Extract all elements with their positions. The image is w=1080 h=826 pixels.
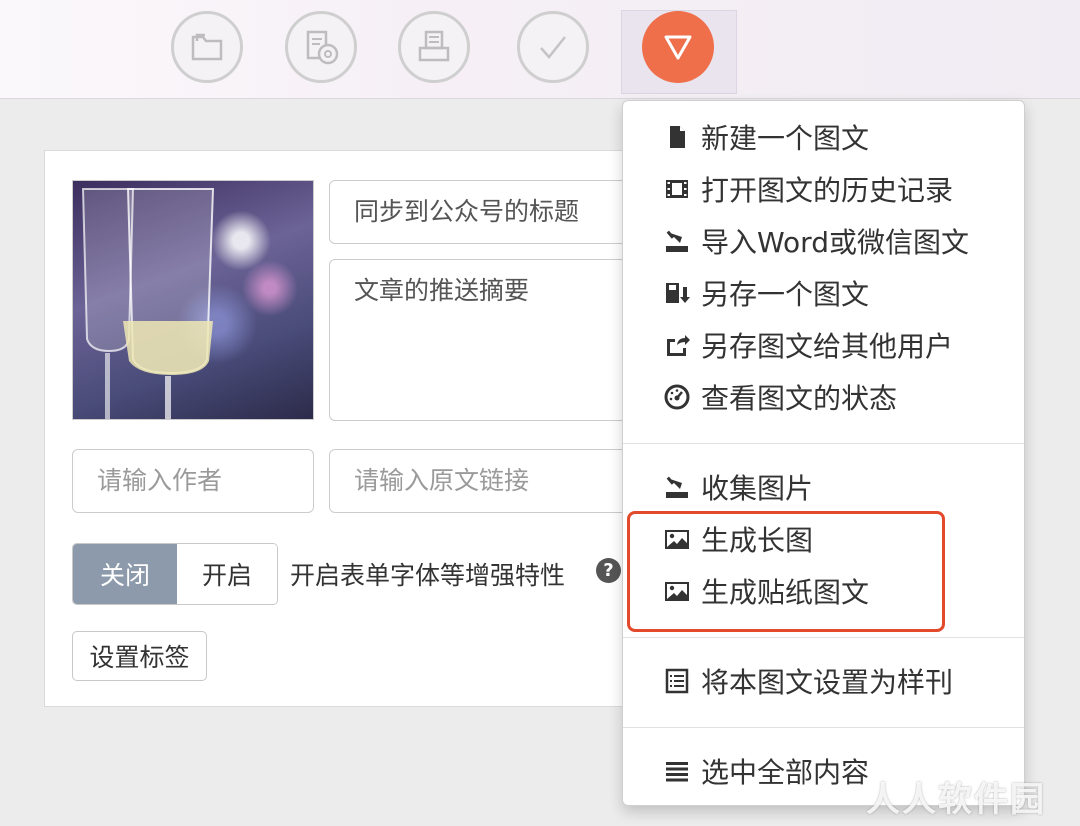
menu-item-label: 另存图文给其他用户 bbox=[701, 330, 954, 363]
triangle-down-icon bbox=[664, 35, 692, 60]
toggle-off-button[interactable]: 关闭 bbox=[73, 544, 177, 604]
champagne-glasses-image bbox=[81, 188, 215, 419]
menu-item-new-article[interactable]: 新建一个图文 bbox=[661, 115, 869, 159]
top-toolbar bbox=[0, 0, 1080, 99]
printer-icon bbox=[418, 30, 450, 62]
folder-icon bbox=[191, 33, 223, 61]
more-menu-button[interactable] bbox=[642, 11, 714, 83]
summary-textarea[interactable]: 文章的推送摘要 bbox=[329, 259, 629, 421]
author-input[interactable]: 请输入作者 bbox=[72, 449, 314, 513]
print-button[interactable] bbox=[398, 11, 470, 83]
menu-item-label: 另存一个图文 bbox=[701, 278, 870, 311]
list-icon bbox=[661, 665, 693, 697]
menu-item-label: 导入Word或微信图文 bbox=[701, 226, 969, 259]
menu-item-label: 新建一个图文 bbox=[701, 122, 870, 155]
bars-icon bbox=[661, 755, 693, 787]
dashboard-icon bbox=[661, 381, 693, 413]
check-button[interactable] bbox=[517, 11, 589, 83]
enhance-toggle: 关闭 开启 bbox=[72, 543, 278, 605]
menu-item-open-history[interactable]: 打开图文的历史记录 bbox=[661, 167, 953, 211]
highlight-box bbox=[627, 511, 945, 632]
help-icon[interactable]: ? bbox=[596, 558, 621, 583]
menu-item-save-to-user[interactable]: 另存图文给其他用户 bbox=[661, 323, 953, 367]
collect-icon bbox=[661, 471, 693, 503]
menu-item-label: 打开图文的历史记录 bbox=[701, 174, 954, 207]
film-icon bbox=[661, 173, 693, 205]
menu-item-label: 查看图文的状态 bbox=[701, 382, 898, 415]
document-disc-button[interactable] bbox=[285, 11, 357, 83]
import-icon bbox=[661, 225, 693, 257]
menu-item-label: 收集图片 bbox=[701, 472, 814, 505]
file-icon bbox=[661, 121, 693, 153]
menu-item-save-as[interactable]: 另存一个图文 bbox=[661, 271, 869, 315]
menu-item-select-all[interactable]: 选中全部内容 bbox=[661, 749, 869, 793]
menu-divider bbox=[623, 443, 1024, 444]
save-as-icon bbox=[661, 277, 693, 309]
watermark: 人人软件园 bbox=[866, 780, 1046, 820]
check-icon bbox=[540, 36, 566, 59]
open-folder-button[interactable] bbox=[171, 11, 243, 83]
menu-item-collect-images[interactable]: 收集图片 bbox=[661, 465, 813, 509]
more-dropdown-menu: 新建一个图文 打开图文的历史记录 导入Word或微信图文 另存一个图文 另存图文… bbox=[622, 100, 1025, 806]
menu-divider bbox=[623, 637, 1024, 638]
document-disc-icon bbox=[306, 30, 339, 65]
enhance-label: 开启表单字体等增强特性 bbox=[290, 561, 566, 590]
share-icon bbox=[661, 329, 693, 361]
title-input[interactable]: 同步到公众号的标题 bbox=[329, 180, 629, 244]
set-tags-button[interactable]: 设置标签 bbox=[72, 631, 207, 681]
source-link-input[interactable]: 请输入原文链接 bbox=[329, 449, 629, 513]
menu-item-set-as-sample[interactable]: 将本图文设置为样刊 bbox=[661, 659, 953, 703]
menu-item-import-word[interactable]: 导入Word或微信图文 bbox=[661, 219, 969, 263]
menu-item-label: 将本图文设置为样刊 bbox=[701, 666, 954, 699]
menu-item-view-status[interactable]: 查看图文的状态 bbox=[661, 375, 897, 419]
toggle-on-button[interactable]: 开启 bbox=[177, 544, 277, 604]
cover-image[interactable] bbox=[72, 180, 314, 420]
menu-divider bbox=[623, 727, 1024, 728]
menu-item-label: 选中全部内容 bbox=[701, 756, 870, 789]
